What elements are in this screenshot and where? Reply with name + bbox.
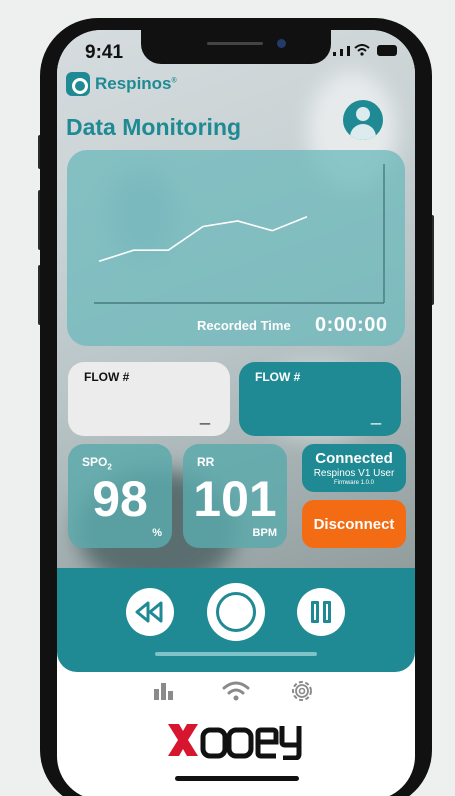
bottom-tab-bar — [57, 672, 415, 712]
disconnect-button[interactable]: Disconnect — [302, 500, 406, 548]
brand-name-text: Respinos — [95, 74, 172, 93]
tab-settings[interactable] — [287, 676, 317, 706]
signal-icon — [347, 46, 350, 56]
signal-icon — [333, 52, 336, 56]
user-icon-body — [350, 124, 376, 140]
rewind-icon — [135, 601, 163, 623]
phone-screen: 9:41 Respinos® Data Monitoring Recorded … — [57, 30, 415, 796]
rr-unit: BPM — [252, 527, 277, 539]
xooey-logo — [165, 720, 307, 761]
pause-icon — [323, 601, 331, 623]
xooey-wordmark — [168, 724, 302, 761]
spo2-card: SPO2 98 % — [68, 444, 172, 548]
spo2-label: SPO2 — [82, 455, 112, 471]
spo2-label-main: SPO — [82, 455, 108, 469]
flow-value: _ — [199, 405, 210, 425]
brand-logo: Respinos® — [66, 72, 177, 96]
device-stage: 9:41 Respinos® Data Monitoring Recorded … — [0, 0, 455, 796]
firmware-version: Firmware 1.0.0 — [333, 480, 374, 486]
user-icon-head — [356, 107, 370, 121]
series-line-0 — [98, 216, 308, 263]
status-icons — [333, 44, 397, 56]
bar-chart-icon — [154, 683, 173, 700]
tab-wifi[interactable] — [221, 676, 251, 706]
flow-label: FLOW # — [84, 370, 130, 384]
wifi-icon — [222, 681, 250, 701]
brand-registered-mark: ® — [171, 77, 177, 85]
playback-controls — [57, 568, 415, 672]
connection-status-card: Connected Respinos V1 User Firmware 1.0.… — [302, 444, 406, 492]
respinos-logo-icon — [66, 72, 90, 96]
pause-button[interactable] — [297, 588, 345, 636]
notch — [141, 30, 331, 64]
flow-value: _ — [370, 405, 381, 425]
flow-label: FLOW # — [255, 370, 301, 384]
rr-card: RR 101 BPM — [183, 444, 287, 548]
battery-icon — [377, 45, 397, 56]
front-camera — [277, 39, 286, 48]
brand-name: Respinos® — [95, 74, 177, 94]
record-button[interactable] — [207, 583, 265, 641]
page-title: Data Monitoring — [66, 114, 242, 140]
flow-card-1[interactable]: FLOW # _ — [68, 362, 230, 436]
drag-handle[interactable] — [155, 652, 317, 656]
rewind-button[interactable] — [126, 588, 174, 636]
chart-card: Recorded Time 0:00:00 — [67, 150, 405, 346]
connection-status: Connected — [315, 450, 393, 467]
user-avatar[interactable] — [343, 100, 383, 140]
signal-icon — [340, 49, 343, 56]
recorded-time-value: 0:00:00 — [315, 314, 388, 336]
chart-series — [98, 216, 308, 263]
spo2-value: 98 — [92, 471, 148, 527]
status-time: 9:41 — [85, 42, 124, 63]
recorded-time-label: Recorded Time — [197, 318, 291, 333]
rr-value: 101 — [193, 471, 277, 527]
spo2-unit: % — [152, 527, 162, 539]
pause-icon — [311, 601, 319, 623]
record-icon — [216, 592, 256, 632]
flow-card-2[interactable]: FLOW # _ — [239, 362, 401, 436]
gear-icon — [292, 681, 312, 701]
connected-device: Respinos V1 User — [313, 468, 395, 479]
tab-stats[interactable] — [148, 676, 178, 706]
home-indicator[interactable] — [175, 776, 299, 781]
rr-label: RR — [197, 455, 215, 469]
wifi-status-icon — [354, 44, 370, 56]
speaker-grill — [207, 42, 263, 45]
